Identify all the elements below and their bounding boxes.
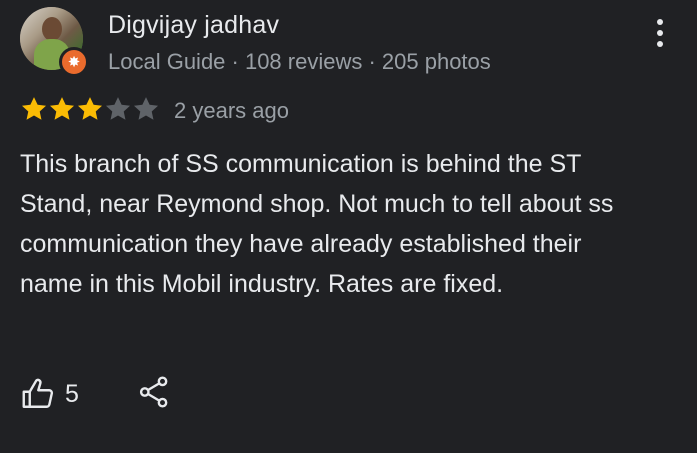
star-empty-icon <box>133 97 159 120</box>
star-filled-icon <box>77 97 103 120</box>
like-count: 5 <box>65 379 79 408</box>
more-vert-icon[interactable] <box>650 16 670 50</box>
reviewer-name[interactable]: Digvijay jadhav <box>108 11 279 40</box>
star-filled-icon <box>21 97 47 120</box>
like-button[interactable]: 5 <box>20 376 79 412</box>
avatar[interactable]: ✸ <box>20 7 89 77</box>
reviewer-meta: Local Guide · 108 reviews · 205 photos <box>108 49 491 74</box>
star-rating <box>20 95 160 123</box>
star-empty-icon <box>105 97 131 120</box>
star-filled-icon <box>49 97 75 120</box>
review-text: This branch of SS communication is behin… <box>20 150 614 298</box>
share-icon[interactable] <box>137 375 171 409</box>
review-date: 2 years ago <box>174 98 289 123</box>
thumbs-up-icon <box>22 378 54 408</box>
local-guide-badge-icon: ✸ <box>59 47 89 77</box>
review-card: ✸ Digvijay jadhav Local Guide · 108 revi… <box>0 0 697 453</box>
